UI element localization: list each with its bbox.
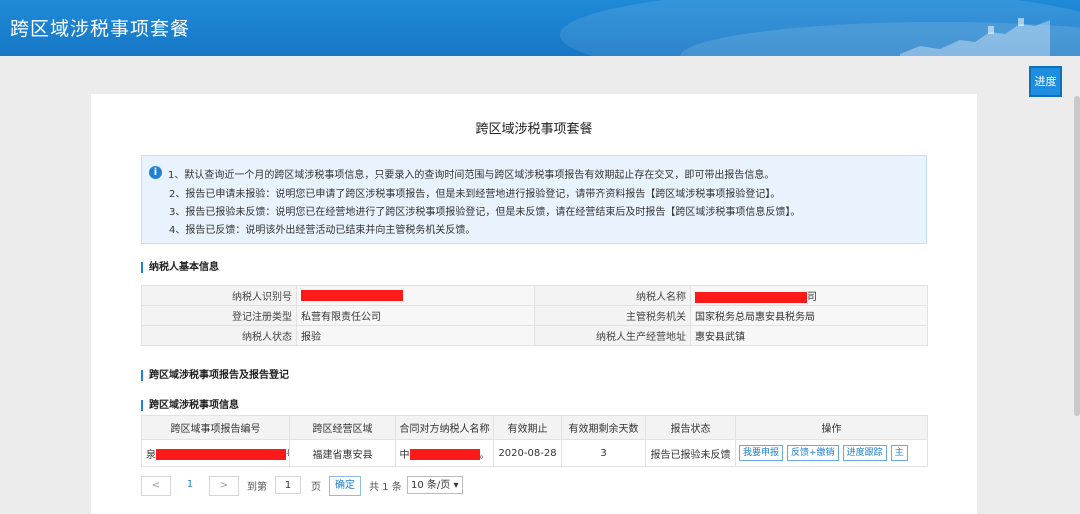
notice-line: 1、默认查询近一个月的跨区域涉税事项信息，只要录入的查询时间范围与跨区域涉税事项… [168,170,775,181]
basic-info-table: 纳税人识别号 纳税人名称 司 登记注册类型 私营有限责任公司 主管税务机关 国家… [141,285,928,346]
table-row: 纳税人状态 报验 纳税人生产经营地址 惠安县武镇 [141,325,928,346]
prev-page-button[interactable]: < [141,476,171,496]
column-header: 报告状态 [645,415,736,440]
column-header: 合同对方纳税人名称 [395,415,494,440]
confirm-button[interactable]: 确定 [329,476,361,496]
table-row: 登记注册类型 私营有限责任公司 主管税务机关 国家税务总局惠安县税务局 [141,305,928,326]
taxpayer-id-value [296,285,535,306]
notice-line: 3、报告已报验未反馈：说明您已在经营地进行了跨区涉税事项报验登记，但是未反馈，请… [169,207,801,218]
column-header: 跨区域事项报告编号 [141,415,290,440]
status-cell: 报告已报验未反馈 [645,439,736,467]
redacted-block [409,449,480,460]
total-count: 共 1 条 [369,482,402,493]
column-header: 跨区经营区域 [289,415,396,440]
taxpayer-id-label: 纳税人识别号 [141,285,297,306]
redacted-block [695,291,807,303]
tax-office-value: 国家税务总局惠安县税务局 [690,305,928,326]
goto-label: 到第 [247,482,267,493]
status-value: 报验 [296,325,535,346]
counterparty-prefix: 中 [399,449,410,461]
table-row[interactable]: 泉号 福建省惠安县 中。 2020-08-28 3 报告已报验未反馈 我要申报反… [141,439,928,467]
declare-button[interactable]: 我要申报 [739,445,784,461]
column-header: 有效期止 [493,415,562,440]
app-title: 跨区域涉税事项套餐 [10,18,191,40]
more-action-button[interactable]: 主 [890,445,908,461]
table-header-row: 跨区域事项报告编号 跨区经营区域 合同对方纳税人名称 有效期止 有效期剩余天数 … [141,415,928,440]
taxpayer-name-label: 纳税人名称 [534,285,691,306]
taxpayer-name-suffix: 司 [807,292,817,303]
page-number[interactable]: 1 [177,476,203,494]
report-no-prefix: 泉 [146,449,156,461]
great-wall-graphic [900,18,1050,56]
status-label: 纳税人状态 [141,325,297,346]
reg-type-label: 登记注册类型 [141,305,297,326]
actions-cell: 我要申报 反馈+缴销 进度跟踪主 [735,439,928,467]
column-header: 操作 [735,415,928,440]
redacted-block [301,289,403,301]
page-scrollbar[interactable] [1074,96,1080,416]
page-unit-label: 页 [311,482,321,493]
items-table: 跨区域事项报告编号 跨区经营区域 合同对方纳税人名称 有效期止 有效期剩余天数 … [141,415,928,467]
tax-office-label: 主管税务机关 [534,305,691,326]
valid-to-cell: 2020-08-28 [493,439,562,467]
days-left-cell: 3 [561,439,646,467]
section-title-report: 跨区域涉税事项报告及报告登记 [141,370,289,381]
counterparty-suffix: 。 [479,449,490,461]
goto-page-input[interactable]: 1 [275,476,301,494]
top-banner: 跨区域涉税事项套餐 [0,0,1080,56]
feedback-cancel-button[interactable]: 反馈+缴销 [787,445,839,461]
main-card: 跨区域涉税事项套餐 i 1、默认查询近一个月的跨区域涉税事项信息，只要录入的查询… [91,94,977,514]
report-no-cell: 泉号 [141,439,290,467]
page-size-select[interactable]: 10 条/页 ▾ [407,476,463,494]
taxpayer-name-value: 司 [690,285,928,306]
address-label: 纳税人生产经营地址 [534,325,691,346]
page-title: 跨区域涉税事项套餐 [475,122,593,137]
progress-track-button[interactable]: 进度跟踪 [842,445,887,461]
redacted-block [156,449,286,460]
section-title-basic: 纳税人基本信息 [141,262,219,273]
info-icon: i [149,166,162,179]
address-value: 惠安县武镇 [690,325,928,346]
progress-button[interactable]: 进度 [1029,66,1062,97]
column-header: 有效期剩余天数 [561,415,646,440]
notice-line: 4、报告已反馈：说明该外出经营活动已结束并向主管税务机关反馈。 [169,225,476,236]
report-no-suffix: 号 [286,450,289,461]
reg-type-value: 私营有限责任公司 [296,305,535,326]
section-title-items: 跨区域涉税事项信息 [141,400,239,411]
notice-line: 2、报告已申请未报验：说明您已申请了跨区涉税事项报告，但是未到经营地进行报验登记… [169,189,781,200]
table-row: 纳税人识别号 纳税人名称 司 [141,285,928,306]
next-page-button[interactable]: > [209,476,239,496]
notice-box: i 1、默认查询近一个月的跨区域涉税事项信息，只要录入的查询时间范围与跨区域涉税… [141,155,927,244]
region-cell: 福建省惠安县 [289,439,396,467]
counterparty-cell: 中。 [395,439,494,467]
